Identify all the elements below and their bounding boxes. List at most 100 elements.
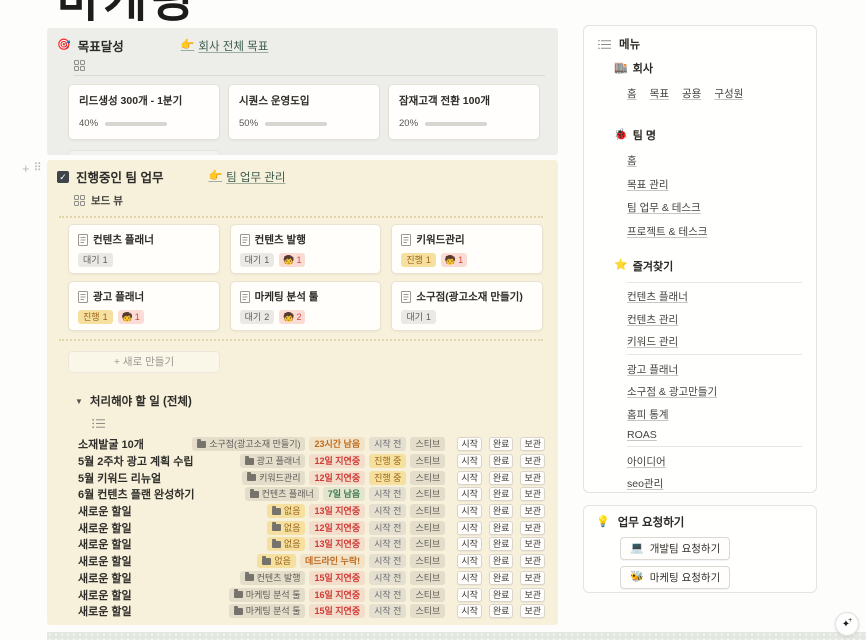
company-goals-link[interactable]: 👉 회사 전체 목표 — [181, 38, 269, 54]
task-name[interactable]: 소재발굴 10개 — [78, 436, 144, 452]
start-button[interactable]: 시작 — [457, 437, 482, 451]
board-card[interactable]: 컨텐츠 플래너 대기 1 🧒 — [68, 224, 220, 274]
goal-card[interactable]: 리드생성 300개 - 1분기 40% — [68, 84, 220, 140]
new-goal-button[interactable]: + 새로 만들기 — [68, 150, 220, 155]
start-button[interactable]: 시작 — [457, 504, 482, 518]
done-button[interactable]: 완료 — [489, 437, 514, 451]
start-button[interactable]: 시작 — [457, 604, 482, 618]
project-chip: 없음 — [267, 521, 306, 535]
archive-button[interactable]: 보관 — [520, 537, 545, 551]
favorite-link[interactable]: 광고 플래너 — [627, 362, 678, 377]
folder-icon — [245, 574, 254, 581]
goal-card[interactable]: 잠재고객 전환 100개 20% — [388, 84, 540, 140]
favorite-link[interactable]: 컨텐츠 관리 — [627, 312, 678, 327]
request-button[interactable]: 🐝 마케팅 요청하기 — [620, 566, 730, 589]
start-button[interactable]: 시작 — [457, 521, 482, 535]
ai-sparkle-button[interactable]: ✦+ — [835, 612, 859, 636]
start-button[interactable]: 시작 — [457, 588, 482, 602]
start-button[interactable]: 시작 — [457, 554, 482, 568]
status-count-chip: 진행 1 — [401, 253, 436, 267]
company-link[interactable]: 목표 — [650, 86, 669, 101]
start-button[interactable]: 시작 — [457, 471, 482, 485]
done-button[interactable]: 완료 — [489, 571, 514, 585]
team-link[interactable]: 홈 — [627, 153, 637, 168]
archive-button[interactable]: 보관 — [520, 588, 545, 602]
board-card[interactable]: 마케팅 분석 툴 대기 2 🧒 2 — [230, 281, 382, 331]
status-chip: 시작 전 — [369, 521, 406, 535]
task-name[interactable]: 5월 2주차 광고 계획 수립 — [78, 453, 194, 469]
done-button[interactable]: 완료 — [489, 554, 514, 568]
task-name[interactable]: 새로운 할일 — [78, 570, 132, 586]
company-icon: 🏬 — [614, 63, 628, 74]
task-row: 5월 키워드 리뉴얼 키워드관리 12일 지연중 진행 중 스티브 시작 완료 … — [78, 469, 545, 486]
favorite-link[interactable]: 홈피 통계 — [627, 407, 669, 422]
team-link[interactable]: 목표 관리 — [627, 177, 669, 192]
task-name[interactable]: 새로운 할일 — [78, 536, 132, 552]
archive-button[interactable]: 보관 — [520, 604, 545, 618]
task-name[interactable]: 새로운 할일 — [78, 503, 132, 519]
project-chip: 컨텐츠 플래너 — [245, 487, 319, 501]
favorite-link[interactable]: ROAS — [627, 429, 657, 441]
archive-button[interactable]: 보관 — [520, 437, 545, 451]
archive-button[interactable]: 보관 — [520, 471, 545, 485]
favorite-link[interactable]: 키워드 관리 — [627, 334, 678, 349]
archive-button[interactable]: 보관 — [520, 504, 545, 518]
start-button[interactable]: 시작 — [457, 487, 482, 501]
archive-button[interactable]: 보관 — [520, 554, 545, 568]
done-button[interactable]: 완료 — [489, 604, 514, 618]
list-view-icon[interactable] — [92, 418, 105, 429]
done-button[interactable]: 완료 — [489, 487, 514, 501]
status-chip: 시작 전 — [369, 571, 406, 585]
menu-list-icon — [598, 39, 611, 50]
project-label: 없음 — [284, 538, 301, 550]
task-name[interactable]: 새로운 할일 — [78, 603, 132, 619]
task-name[interactable]: 새로운 할일 — [78, 553, 132, 569]
favorite-link[interactable]: seo관리 — [627, 476, 663, 491]
board-view-icon[interactable] — [74, 195, 85, 206]
done-button[interactable]: 완료 — [489, 471, 514, 485]
done-button[interactable]: 완료 — [489, 504, 514, 518]
todo-title: 처리해야 할 일 (전체) — [90, 393, 192, 409]
archive-button[interactable]: 보관 — [520, 487, 545, 501]
board-card[interactable]: 광고 플래너 진행 1 🧒 1 — [68, 281, 220, 331]
archive-button[interactable]: 보관 — [520, 571, 545, 585]
start-button[interactable]: 시작 — [457, 571, 482, 585]
task-name[interactable]: 6월 컨텐츠 플랜 완성하기 — [78, 486, 195, 502]
drag-handle-icon[interactable]: ⠿ — [34, 162, 41, 175]
status-count-chip: 대기 1 — [240, 253, 275, 267]
deadline-chip: 12일 지연중 — [309, 521, 365, 535]
toggle-down-icon[interactable]: ▼ — [75, 397, 83, 406]
done-button[interactable]: 완료 — [489, 454, 514, 468]
company-link[interactable]: 공용 — [682, 86, 701, 101]
favorite-link[interactable]: 아이디어 — [627, 454, 666, 469]
start-button[interactable]: 시작 — [457, 537, 482, 551]
archive-button[interactable]: 보관 — [520, 521, 545, 535]
task-name[interactable]: 새로운 할일 — [78, 587, 132, 603]
board-card[interactable]: 소구점(광고소재 만들기) 대기 1 🧒 — [391, 281, 543, 331]
archive-button[interactable]: 보관 — [520, 454, 545, 468]
start-button[interactable]: 시작 — [457, 454, 482, 468]
gallery-view-icon[interactable] — [74, 60, 85, 71]
task-name[interactable]: 새로운 할일 — [78, 520, 132, 536]
done-button[interactable]: 완료 — [489, 588, 514, 602]
team-link[interactable]: 팀 업무 & 테스크 — [627, 200, 701, 215]
new-board-card-button[interactable]: + 새로 만들기 — [68, 351, 220, 373]
board-card[interactable]: 키워드관리 진행 1 🧒 1 — [391, 224, 543, 274]
work-request-card: 💡 업무 요청하기 💻 개발팀 요청하기 🐝 마케팅 요청하기 🎨 디자인 요청… — [583, 505, 817, 593]
add-block-icon[interactable]: + — [22, 162, 30, 175]
board-card[interactable]: 컨텐츠 발행 대기 1 🧒 1 — [230, 224, 382, 274]
task-name[interactable]: 5월 키워드 리뉴얼 — [78, 470, 161, 486]
team-link[interactable]: 프로젝트 & 테스크 — [627, 224, 707, 239]
goal-card[interactable]: 시퀀스 운영도입 50% — [228, 84, 380, 140]
favorite-link[interactable]: 소구점 & 광고만들기 — [627, 384, 717, 399]
request-button[interactable]: 💻 개발팀 요청하기 — [620, 537, 730, 560]
company-link[interactable]: 홈 — [627, 86, 637, 101]
done-button[interactable]: 완료 — [489, 537, 514, 551]
checked-checkbox[interactable]: ✓ — [57, 171, 69, 183]
project-label: 광고 플래너 — [257, 455, 301, 467]
done-button[interactable]: 완료 — [489, 521, 514, 535]
favorite-link[interactable]: 컨텐츠 플래너 — [627, 289, 688, 304]
company-link[interactable]: 구성원 — [714, 86, 743, 101]
team-task-manage-link[interactable]: 👉 팀 업무 관리 — [208, 169, 285, 185]
assignee-count-badge: 🧒 1 — [118, 310, 144, 324]
